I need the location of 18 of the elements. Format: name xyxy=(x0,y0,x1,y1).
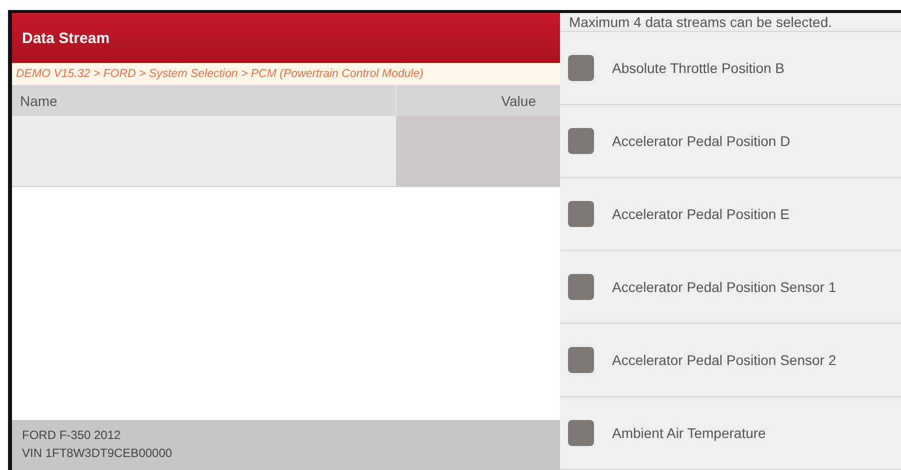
selection-message: Maximum 4 data streams can be selected. xyxy=(560,13,901,32)
checkbox[interactable] xyxy=(568,274,594,300)
data-stream-label: Accelerator Pedal Position Sensor 1 xyxy=(612,278,838,297)
data-stream-label: Accelerator Pedal Position Sensor 2 xyxy=(612,351,838,370)
data-stream-label: Absolute Throttle Position B xyxy=(612,59,786,78)
data-stream-label: Accelerator Pedal Position D xyxy=(612,132,792,151)
header-title: Data Stream xyxy=(12,13,560,63)
checkbox[interactable] xyxy=(568,420,594,446)
column-header: Value xyxy=(500,92,537,108)
vehicle-label: FORD F-350 2012 xyxy=(22,428,122,442)
checkbox[interactable] xyxy=(568,201,594,227)
data-stream-label: Accelerator Pedal Position E xyxy=(612,205,790,224)
checkbox[interactable] xyxy=(568,55,594,81)
vin-label: VIN 1FT8W3DT9CEB00000 xyxy=(22,446,174,460)
data-stream-label: Ambient Air Temperature xyxy=(612,424,767,443)
breadcrumb: DEMO V15.32 > FORD > System Selection > PCM (Powertrain Control Module) xyxy=(12,63,560,85)
checkbox[interactable] xyxy=(568,128,594,154)
checkbox[interactable] xyxy=(568,347,594,373)
